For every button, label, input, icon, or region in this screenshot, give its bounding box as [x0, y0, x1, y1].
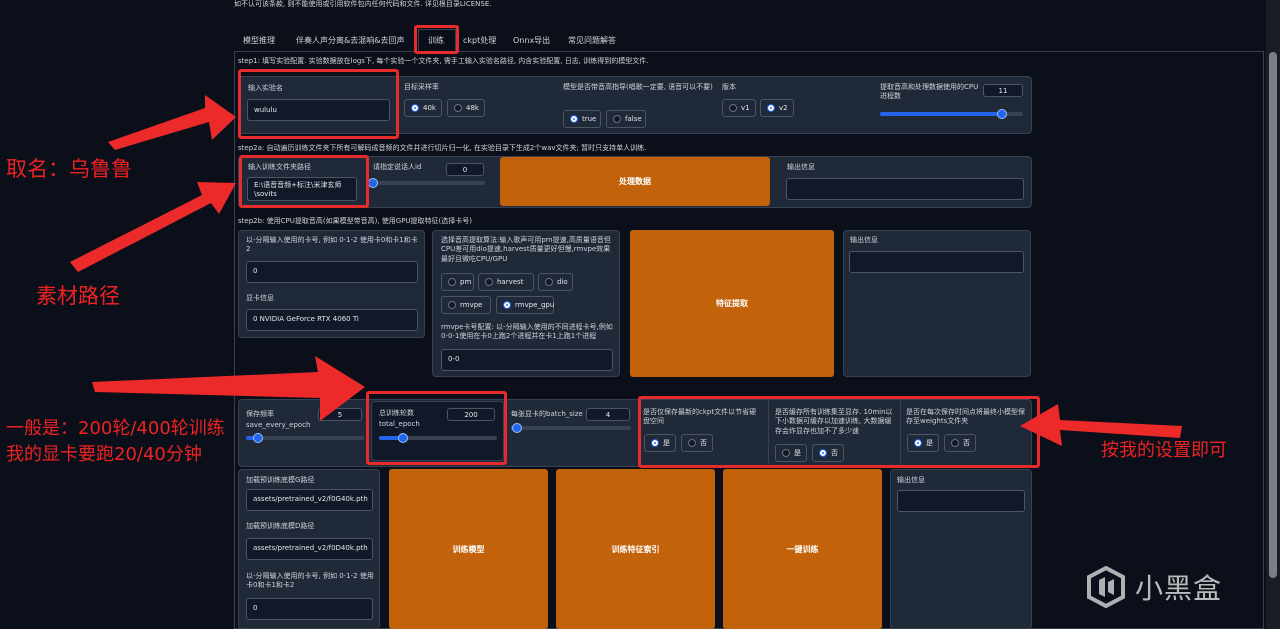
- annotation-epochs-line2: 我的显卡要跑20/40分钟: [6, 444, 202, 465]
- annotation-arrows: [70, 95, 1182, 446]
- annotation-my-settings: 按我的设置即可: [1101, 440, 1227, 461]
- annotation-epochs-line1: 一般是：200轮/400轮训练: [6, 418, 225, 439]
- annotation-naming: 取名：乌鲁鲁: [6, 157, 132, 181]
- arrow-to-train-path: [70, 182, 236, 272]
- watermark: 小黑盒: [1085, 566, 1222, 608]
- watermark-text: 小黑盒: [1135, 572, 1223, 605]
- arrow-to-exp-name: [108, 95, 236, 150]
- heybox-logo-icon: [1087, 566, 1125, 608]
- arrow-to-total-epoch: [92, 356, 365, 421]
- annotation-material-path: 素材路径: [36, 284, 120, 308]
